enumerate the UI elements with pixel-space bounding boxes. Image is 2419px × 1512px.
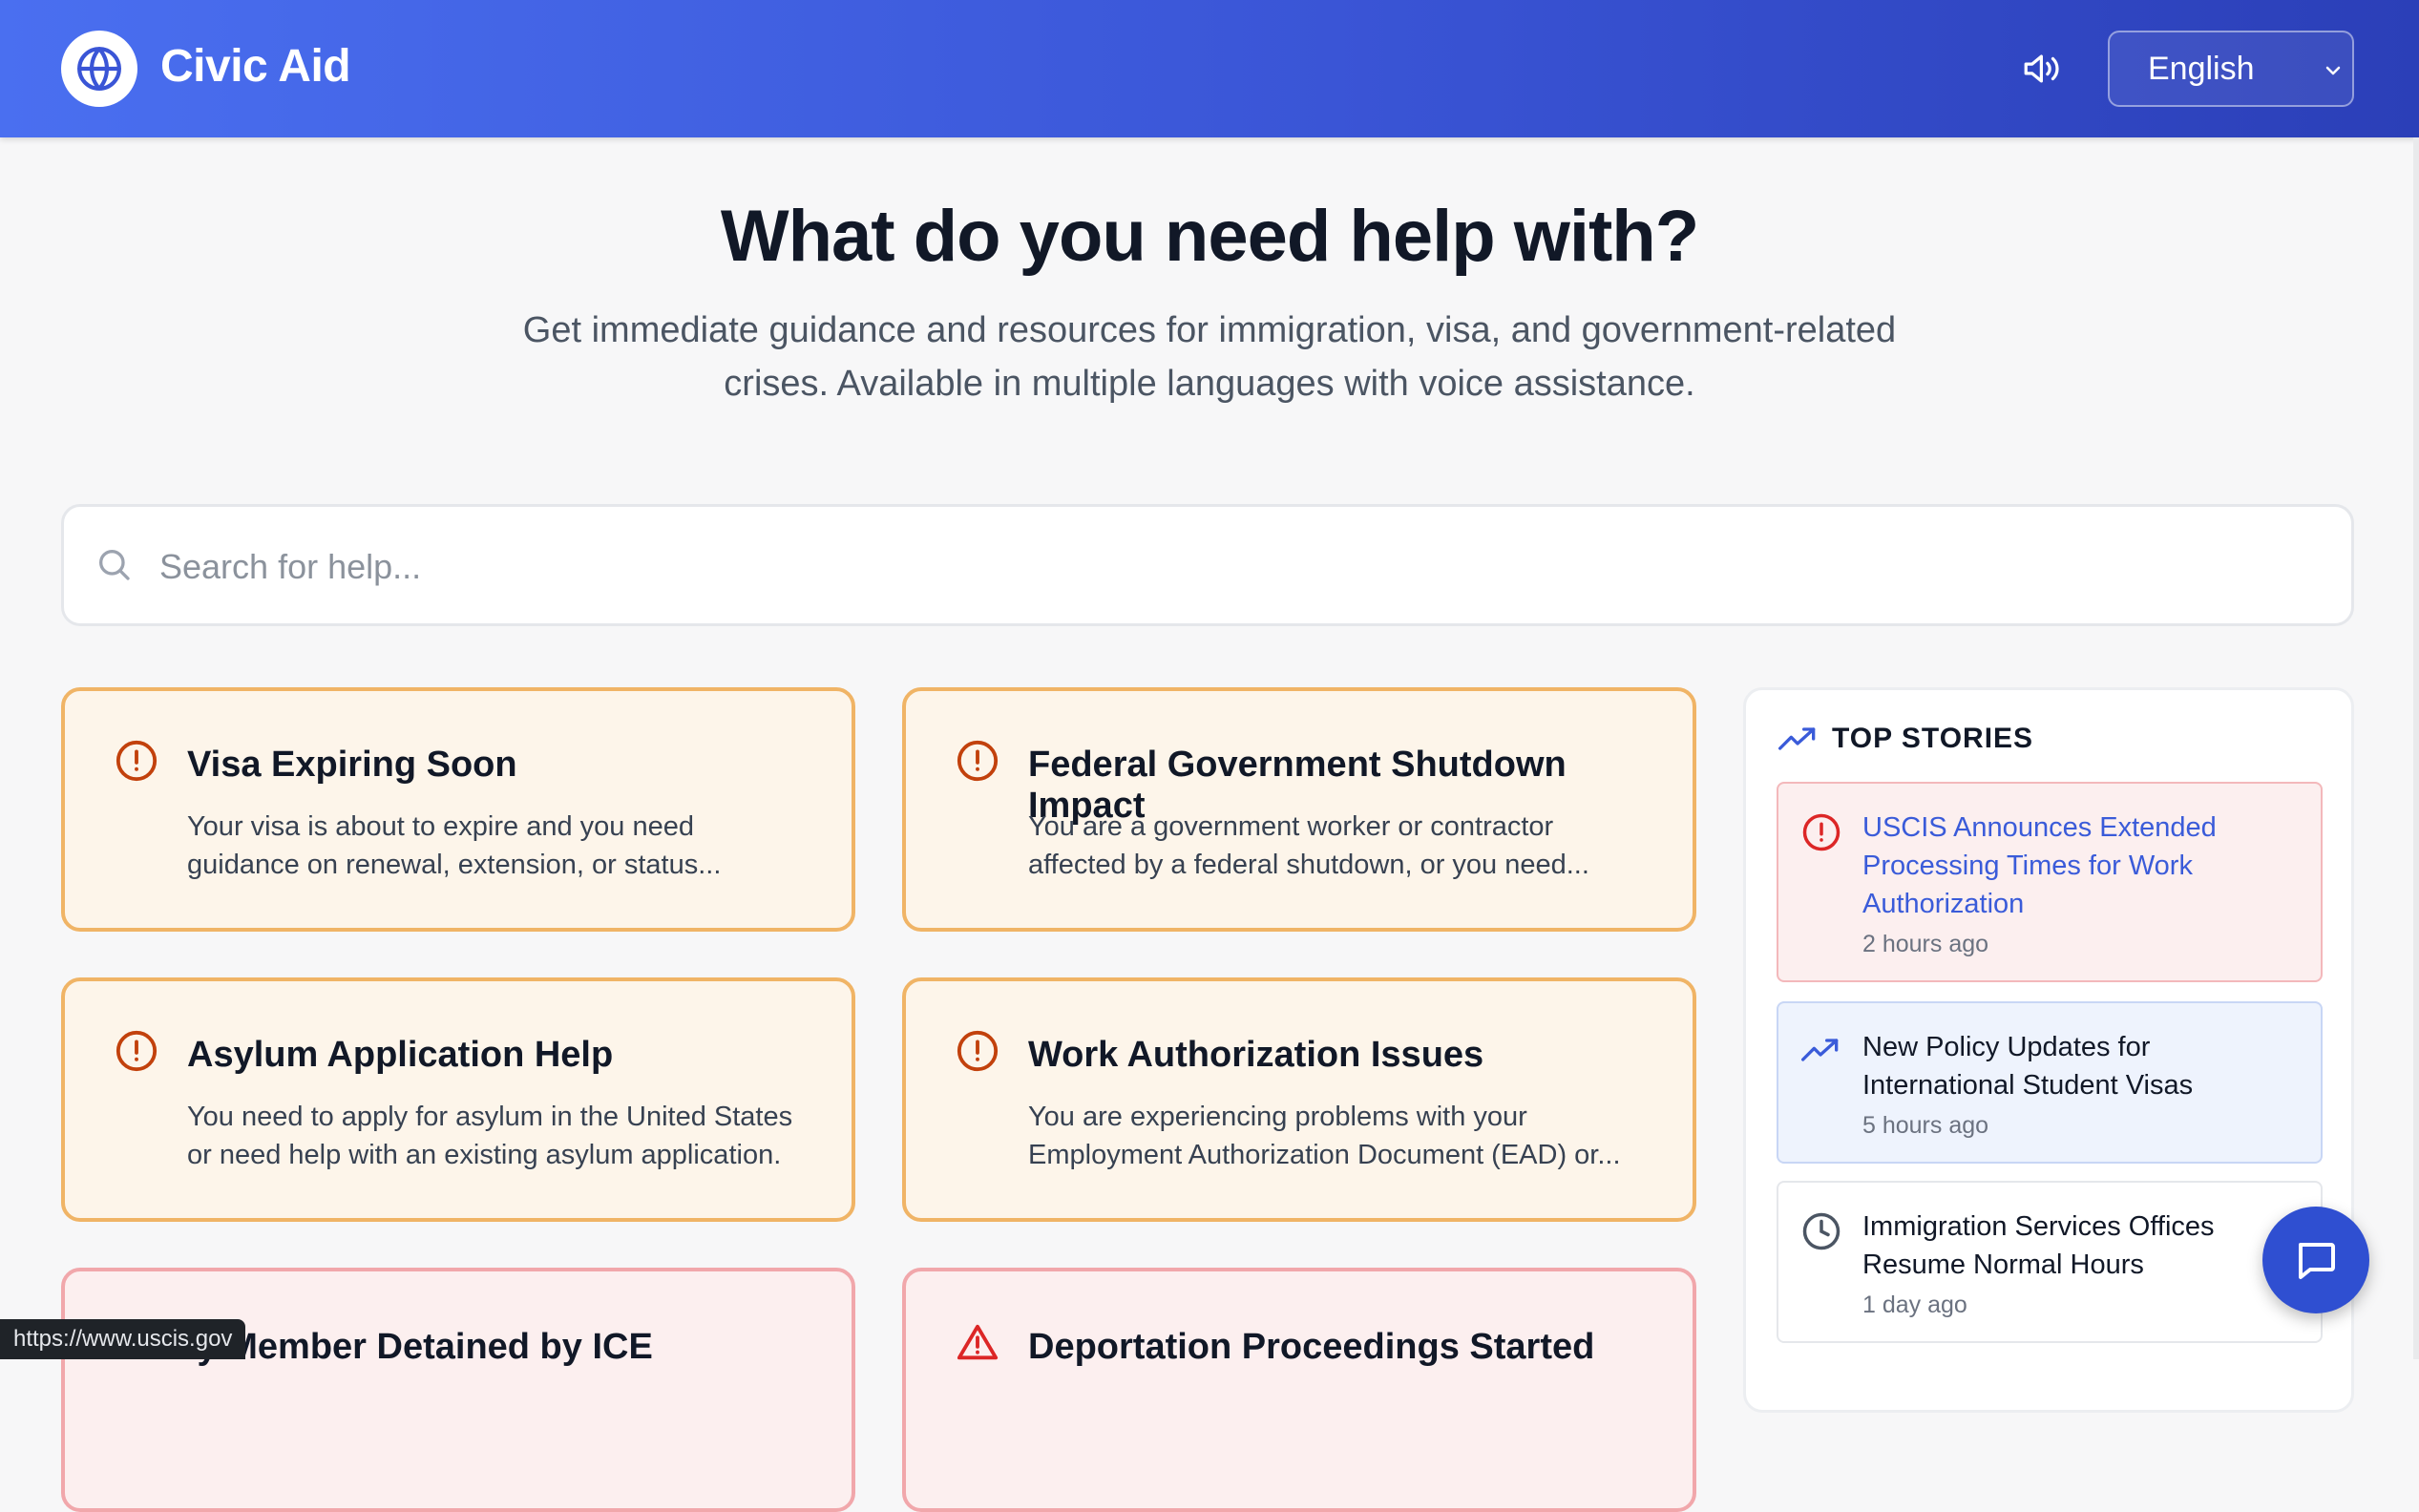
trending-up-icon — [1778, 727, 1816, 750]
search-icon — [99, 550, 130, 580]
story-title-line: New Policy Updates for — [1862, 1032, 2151, 1062]
alert-triangle-icon — [957, 1324, 999, 1360]
card-title: ly Member Detained by ICE — [187, 1327, 653, 1367]
alert-circle-icon — [116, 1030, 158, 1072]
link-status-url: https://www.uscis.gov — [0, 1319, 246, 1359]
card-description: Your visa is about to expire and you nee… — [187, 808, 817, 884]
search-bar[interactable]: Search for help... — [61, 504, 2354, 626]
card-title: Deportation Proceedings Started — [1028, 1327, 1595, 1367]
top-header: Civic Aid English — [0, 0, 2419, 137]
alert-circle-icon — [1802, 813, 1841, 851]
page-scrollbar[interactable] — [2413, 137, 2419, 1359]
top-stories-heading: TOP STORIES — [1778, 723, 2033, 755]
story-item[interactable]: New Policy Updates for International Stu… — [1777, 1001, 2323, 1164]
page-subtitle-line-2: crises. Available in multiple languages … — [724, 364, 1695, 404]
help-card-deportation[interactable]: Deportation Proceedings Started — [902, 1268, 1696, 1512]
story-title-line: USCIS Announces Extended — [1862, 812, 2217, 843]
card-title: Visa Expiring Soon — [187, 745, 517, 785]
top-stories-panel: TOP STORIES USCIS Announces Extended Pro… — [1743, 687, 2354, 1413]
card-title: Asylum Application Help — [187, 1035, 614, 1075]
language-select-value: English — [2148, 50, 2255, 87]
card-description-line: Your visa is about to expire and you nee… — [187, 811, 694, 842]
story-title-line: Immigration Services Offices — [1862, 1211, 2215, 1242]
card-description-line: You are experiencing problems with your — [1028, 1102, 1527, 1132]
card-description: You are a government worker or contracto… — [1028, 808, 1658, 884]
help-card-visa-expiring[interactable]: Visa Expiring Soon Your visa is about to… — [61, 687, 855, 932]
story-title[interactable]: USCIS Announces Extended Processing Time… — [1862, 808, 2302, 923]
alert-circle-icon — [116, 740, 158, 782]
card-title: Work Authorization Issues — [1028, 1035, 1484, 1075]
language-select[interactable]: English — [2108, 31, 2354, 107]
card-description-line: guidance on renewal, extension, or statu… — [187, 850, 722, 880]
page-subtitle: Get immediate guidance and resources for… — [446, 304, 1973, 410]
story-item[interactable]: Immigration Services Offices Resume Norm… — [1777, 1181, 2323, 1343]
story-title-line: Authorization — [1862, 889, 2025, 919]
story-title-line: International Student Visas — [1862, 1070, 2194, 1101]
speaker-icon — [2024, 54, 2059, 83]
chevron-down-icon — [2325, 66, 2341, 75]
page-subtitle-line-1: Get immediate guidance and resources for… — [522, 310, 1897, 350]
help-card-shutdown-impact[interactable]: Federal Government Shutdown Impact You a… — [902, 687, 1696, 932]
story-title-line: Resume Normal Hours — [1862, 1250, 2144, 1280]
alert-circle-icon — [957, 740, 999, 782]
story-item[interactable]: USCIS Announces Extended Processing Time… — [1777, 782, 2323, 982]
alert-circle-icon — [957, 1030, 999, 1072]
card-description: You need to apply for asylum in the Unit… — [187, 1098, 817, 1174]
page-title: What do you need help with? — [720, 196, 1699, 277]
card-description-line: or need help with an existing asylum app… — [187, 1140, 782, 1170]
card-description-line: You are a government worker or contracto… — [1028, 811, 1554, 842]
story-title[interactable]: Immigration Services Offices Resume Norm… — [1862, 1208, 2302, 1284]
help-card-work-authorization[interactable]: Work Authorization Issues You are experi… — [902, 977, 1696, 1222]
story-title-line: Processing Times for Work — [1862, 850, 2193, 881]
story-timestamp: 5 hours ago — [1862, 1112, 1989, 1139]
globe-icon — [77, 47, 121, 91]
card-description-line: You need to apply for asylum in the Unit… — [187, 1102, 793, 1132]
chat-button[interactable] — [2262, 1207, 2369, 1313]
chat-icon — [2299, 1243, 2335, 1279]
help-card-asylum[interactable]: Asylum Application Help You need to appl… — [61, 977, 855, 1222]
card-description-line: Employment Authorization Document (EAD) … — [1028, 1140, 1621, 1170]
story-timestamp: 1 day ago — [1862, 1292, 1967, 1318]
story-timestamp: 2 hours ago — [1862, 931, 1989, 957]
app-title[interactable]: Civic Aid — [160, 40, 351, 93]
trending-up-icon — [1801, 1039, 1839, 1061]
top-stories-title: TOP STORIES — [1832, 723, 2034, 754]
search-input[interactable]: Search for help... — [159, 547, 421, 587]
card-description: You are experiencing problems with your … — [1028, 1098, 1658, 1174]
logo[interactable] — [61, 31, 137, 107]
voice-assistance-button[interactable] — [2022, 50, 2064, 88]
clock-icon — [1802, 1212, 1841, 1250]
help-card-family-detained[interactable]: ly Member Detained by ICE — [61, 1268, 855, 1512]
card-description-line: affected by a federal shutdown, or you n… — [1028, 850, 1589, 880]
story-title[interactable]: New Policy Updates for International Stu… — [1862, 1028, 2302, 1104]
